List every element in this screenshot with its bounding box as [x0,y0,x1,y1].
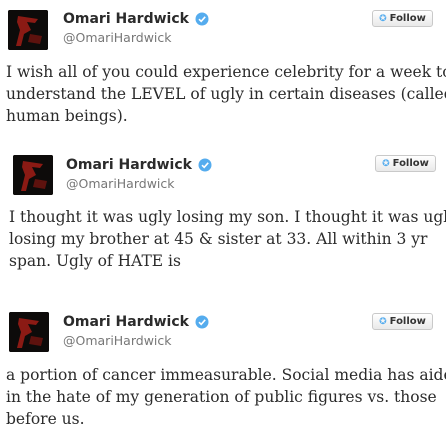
tweet-text-line: I wish all of you could experience celeb… [6,63,446,81]
tweet-text-line: losing my brother at 45 & sister at 33. … [9,230,428,248]
tweet-card: Omari Hardwick @OmariHardwick ✪ Follow I… [0,140,446,290]
avatar-image [13,155,53,195]
author-handle[interactable]: @OmariHardwick [66,176,175,191]
follow-label: Follow [392,158,429,169]
follow-label: Follow [389,13,426,24]
author-handle[interactable]: @OmariHardwick [63,30,172,45]
follow-button[interactable]: ✪ Follow [372,10,433,27]
author-name[interactable]: Omari Hardwick [63,11,209,27]
tweet-card: Omari Hardwick @OmariHardwick ✪ Follow a… [0,290,446,438]
tweet-card: Omari Hardwick @OmariHardwick ✪ Follow I… [0,0,446,140]
tweet-text: I thought it was ugly losing my son. I t… [9,206,446,272]
avatar-image [9,312,49,352]
avatar[interactable] [8,10,48,50]
tweet-feed: Omari Hardwick @OmariHardwick ✪ Follow I… [0,0,446,438]
tweet-text: I wish all of you could experience celeb… [6,61,446,127]
follow-button[interactable]: ✪ Follow [375,155,436,172]
verified-badge-icon [195,315,209,329]
avatar-image [8,10,48,50]
tweet-text-line: human beings). [6,107,128,125]
tweet-text-line: a portion of cancer immeasurable. Social… [6,366,446,384]
verified-badge-icon [198,158,212,172]
tweet-text-line: in the hate of my generation of public f… [6,388,437,406]
tweet-text: a portion of cancer immeasurable. Social… [6,364,446,430]
avatar[interactable] [9,312,49,352]
avatar[interactable] [13,155,53,195]
tweet-text-line: I thought it was ugly losing my son. I t… [9,208,446,226]
author-name-text: Omari Hardwick [66,157,192,173]
author-name[interactable]: Omari Hardwick [63,314,209,330]
tweet-text-line: span. Ugly of HATE is [9,252,181,270]
verified-badge-icon [195,12,209,26]
author-name-text: Omari Hardwick [63,11,189,27]
twitter-bird-icon: ✪ [379,13,387,24]
tweet-text-line: before us. [6,410,85,428]
author-handle[interactable]: @OmariHardwick [63,333,172,348]
follow-label: Follow [389,316,426,327]
author-name[interactable]: Omari Hardwick [66,157,212,173]
twitter-bird-icon: ✪ [379,316,387,327]
twitter-bird-icon: ✪ [382,158,390,169]
tweet-text-line: understand the LEVEL of ugly in certain … [6,85,446,103]
author-name-text: Omari Hardwick [63,314,189,330]
follow-button[interactable]: ✪ Follow [372,313,433,330]
